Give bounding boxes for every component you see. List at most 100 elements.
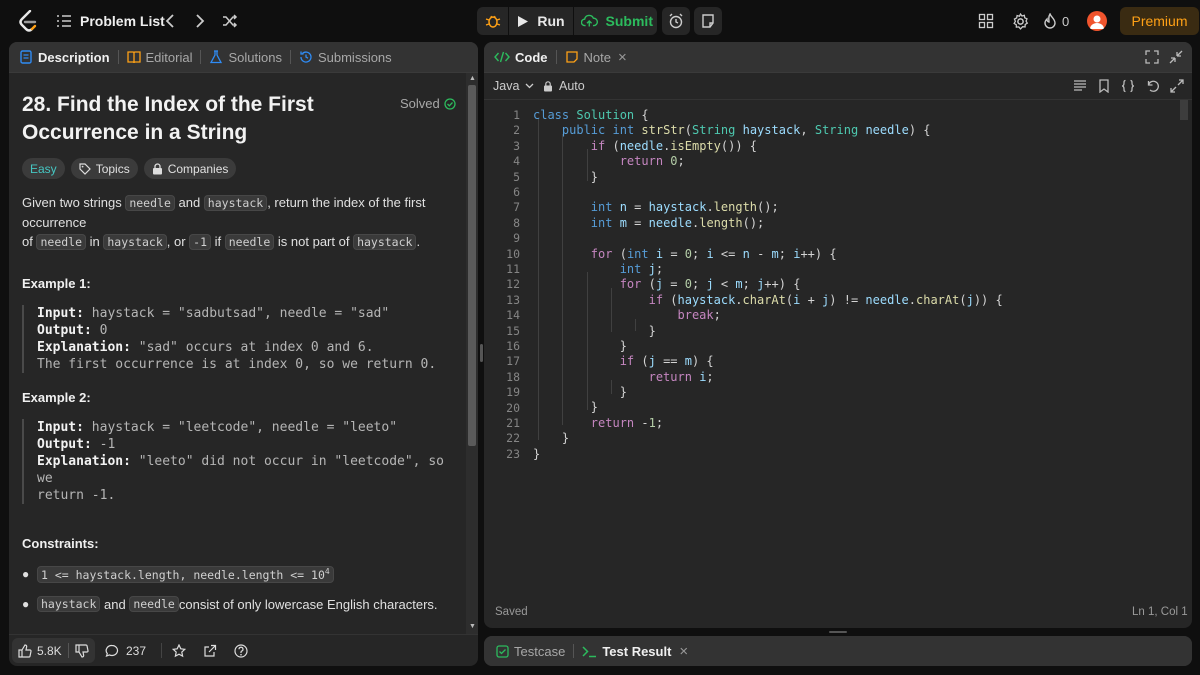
language-select[interactable]: Java (493, 79, 534, 93)
tab-solutions[interactable]: Solutions (201, 42, 289, 73)
line-number: 4 (513, 154, 520, 169)
thumbs-up-icon (18, 643, 32, 658)
description-footer: 5.8K 237 (9, 634, 478, 666)
run-label: Run (537, 13, 565, 29)
save-status: Saved (495, 606, 528, 618)
timer-button[interactable] (662, 7, 690, 35)
align-left-icon (1074, 80, 1086, 91)
auto-label: Auto (559, 79, 585, 93)
code-brackets-icon (494, 51, 510, 63)
code-editor[interactable]: 1 2 3 4 5 6 7 8 9 10 11 12 13 14 15 16 17 18 19 20 21 22 23 cl… (484, 100, 1192, 600)
history-icon (300, 51, 312, 63)
note-icon (702, 14, 714, 28)
bookmark-button[interactable] (1098, 79, 1110, 98)
leetcode-logo-icon[interactable] (17, 10, 39, 32)
chevron-down-icon (525, 83, 534, 89)
streak-counter[interactable]: 0 (1043, 11, 1069, 31)
debug-button[interactable] (481, 9, 505, 33)
share-button[interactable] (203, 644, 217, 663)
check-circle-icon (444, 97, 456, 110)
close-test-result-icon[interactable]: × (679, 643, 688, 660)
solved-status: Solved (400, 96, 456, 111)
problem-description: Given two strings needle and haystack, r… (22, 195, 426, 250)
tag-icon (79, 162, 91, 175)
line-number: 13 (506, 292, 520, 307)
language-label: Java (493, 79, 520, 93)
dislike-button[interactable] (69, 643, 95, 658)
description-scrollbar[interactable]: ▲ ▼ (466, 73, 478, 634)
run-submit-group: Run Submit (477, 7, 657, 35)
fullscreen-button[interactable] (1170, 79, 1184, 98)
lock-icon (152, 162, 162, 174)
line-number: 23 (506, 446, 520, 461)
title-line-1: 28. Find the Index of the First (22, 93, 314, 116)
line-number: 6 (513, 185, 520, 199)
cloud-upload-icon (581, 14, 598, 27)
close-note-tab-icon[interactable]: × (618, 49, 627, 66)
line-number: 12 (506, 277, 520, 292)
star-icon (171, 643, 187, 658)
line-number: 16 (506, 339, 520, 353)
reset-code-button[interactable] (1146, 79, 1160, 98)
settings-button[interactable] (1010, 11, 1030, 31)
prev-problem-button[interactable] (159, 10, 181, 32)
tab-note[interactable]: Note × (557, 42, 635, 73)
flame-icon (1044, 13, 1056, 29)
lock-icon (544, 80, 552, 91)
tab-testcase[interactable]: Testcase (484, 636, 573, 666)
comments-button[interactable]: 237 (105, 644, 146, 658)
panel-resize-handle[interactable] (480, 344, 483, 362)
problem-list-label: Problem List (80, 13, 165, 29)
autocomplete-toggle[interactable]: Auto (543, 79, 585, 93)
tab-code[interactable]: Code (484, 42, 556, 73)
problem-list-button[interactable]: Problem List (56, 8, 165, 34)
help-button[interactable] (234, 644, 248, 663)
grid-layout-icon (978, 13, 994, 29)
avatar[interactable] (1087, 11, 1107, 31)
tab-description[interactable]: Description (9, 42, 118, 73)
line-number: 7 (513, 200, 520, 215)
layout-button[interactable] (976, 11, 996, 31)
format-button[interactable] (1073, 79, 1087, 97)
note-icon (565, 51, 578, 63)
checkbox-icon (496, 644, 509, 658)
maximize-icon (1145, 50, 1159, 64)
code-panel: Code Note × Java Auto 1 2 3 4 5 6 7 8 9 … (484, 42, 1192, 628)
run-button[interactable]: Run (513, 7, 569, 35)
constraint-item-1: ● 1 <= haystack.length, needle.length <=… (22, 566, 334, 583)
line-number: 1 (513, 108, 520, 122)
random-problem-button[interactable] (219, 10, 241, 32)
minimize-button[interactable] (1169, 50, 1183, 69)
tab-submissions[interactable]: Submissions (291, 42, 400, 73)
code-scrollbar[interactable] (1180, 100, 1188, 120)
topics-chip[interactable]: Topics (70, 158, 138, 179)
chevron-left-icon (165, 14, 174, 28)
favorite-button[interactable] (171, 643, 187, 663)
submit-label: Submit (605, 13, 653, 29)
notes-button[interactable] (694, 7, 722, 35)
like-dislike-group: 5.8K (12, 638, 95, 663)
tab-test-result[interactable]: Test Result × (574, 636, 696, 666)
like-button[interactable]: 5.8K (12, 644, 68, 658)
companies-chip[interactable]: Companies (143, 158, 237, 179)
line-number: 8 (513, 215, 520, 230)
example-2-heading: Example 2: (22, 390, 91, 405)
line-number: 17 (506, 354, 520, 369)
vertical-resize-handle[interactable] (829, 631, 847, 633)
line-number: 22 (506, 431, 520, 446)
collapse-icon (1169, 50, 1183, 64)
line-number: 19 (506, 385, 520, 400)
description-panel: Description Editorial Solutions Submissi… (9, 42, 478, 666)
example-1-block: Input: haystack = "sadbutsad", needle = … (22, 305, 462, 373)
example-1-heading: Example 1: (22, 276, 91, 291)
premium-label: Premium (1131, 13, 1188, 29)
document-icon (20, 50, 32, 64)
braces-button[interactable] (1121, 79, 1135, 98)
submit-button[interactable]: Submit (581, 7, 653, 35)
tab-editorial[interactable]: Editorial (119, 42, 201, 73)
premium-button[interactable]: Premium (1120, 7, 1199, 35)
gear-icon (1012, 12, 1028, 30)
maximize-button[interactable] (1145, 50, 1159, 69)
expand-arrows-icon (1170, 79, 1184, 93)
next-problem-button[interactable] (189, 10, 211, 32)
